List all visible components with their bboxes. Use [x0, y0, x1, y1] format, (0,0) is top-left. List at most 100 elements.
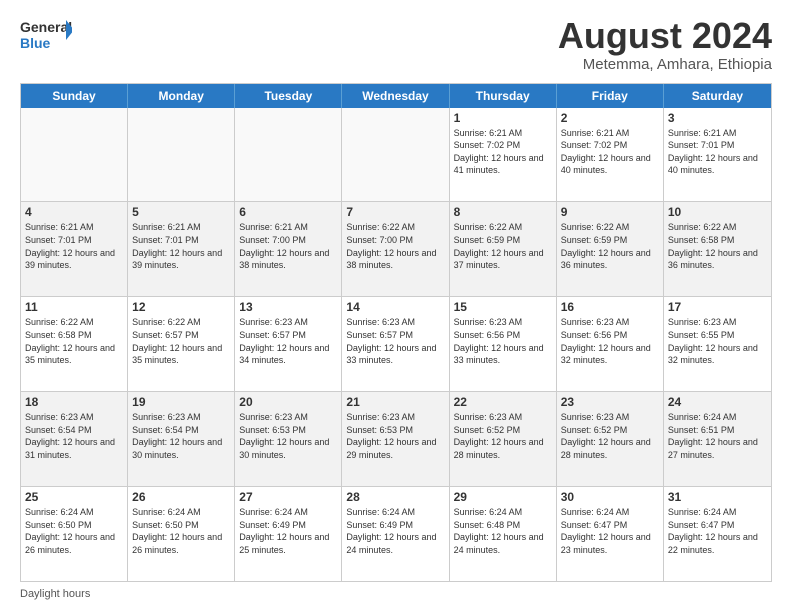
empty-cell — [342, 108, 449, 202]
day-info: Sunrise: 6:24 AM Sunset: 6:49 PM Dayligh… — [239, 506, 337, 556]
day-cell-30: 30 Sunrise: 6:24 AM Sunset: 6:47 PM Dayli… — [557, 487, 664, 581]
day-info: Sunrise: 6:21 AM Sunset: 7:01 PM Dayligh… — [132, 221, 230, 271]
day-cell-29: 29 Sunrise: 6:24 AM Sunset: 6:48 PM Dayli… — [450, 487, 557, 581]
day-info: Sunrise: 6:23 AM Sunset: 6:54 PM Dayligh… — [132, 411, 230, 461]
day-cell-10: 10 Sunrise: 6:22 AM Sunset: 6:58 PM Dayli… — [664, 202, 771, 296]
day-number: 19 — [132, 395, 230, 409]
day-number: 7 — [346, 205, 444, 219]
day-number: 24 — [668, 395, 767, 409]
calendar-body: 1Sunrise: 6:21 AM Sunset: 7:02 PM Daylig… — [21, 108, 771, 581]
day-number: 25 — [25, 490, 123, 504]
day-number: 11 — [25, 300, 123, 314]
main-title: August 2024 — [558, 16, 772, 56]
day-info: Sunrise: 6:23 AM Sunset: 6:53 PM Dayligh… — [239, 411, 337, 461]
day-cell-23: 23 Sunrise: 6:23 AM Sunset: 6:52 PM Dayli… — [557, 392, 664, 486]
day-cell-28: 28 Sunrise: 6:24 AM Sunset: 6:49 PM Dayli… — [342, 487, 449, 581]
day-info: Sunrise: 6:24 AM Sunset: 6:47 PM Dayligh… — [561, 506, 659, 556]
day-info: Sunrise: 6:24 AM Sunset: 6:48 PM Dayligh… — [454, 506, 552, 556]
logo: General Blue — [20, 16, 72, 58]
day-info: Sunrise: 6:24 AM Sunset: 6:47 PM Dayligh… — [668, 506, 767, 556]
svg-text:General: General — [20, 19, 72, 35]
day-info: Sunrise: 6:23 AM Sunset: 6:56 PM Dayligh… — [454, 316, 552, 366]
day-info: Sunrise: 6:24 AM Sunset: 6:51 PM Dayligh… — [668, 411, 767, 461]
day-cell-18: 18Sunrise: 6:23 AM Sunset: 6:54 PM Dayli… — [21, 392, 128, 486]
day-info: Sunrise: 6:21 AM Sunset: 7:02 PM Dayligh… — [454, 127, 552, 177]
day-number: 9 — [561, 205, 659, 219]
page-header: General Blue August 2024 Metemma, Amhara… — [20, 16, 772, 73]
day-cell-3: 3Sunrise: 6:21 AM Sunset: 7:01 PM Daylig… — [664, 108, 771, 202]
subtitle: Metemma, Amhara, Ethiopia — [558, 56, 772, 73]
day-info: Sunrise: 6:23 AM Sunset: 6:54 PM Dayligh… — [25, 411, 123, 461]
day-cell-24: 24 Sunrise: 6:24 AM Sunset: 6:51 PM Dayli… — [664, 392, 771, 486]
day-number: 13 — [239, 300, 337, 314]
day-number: 14 — [346, 300, 444, 314]
day-info: Sunrise: 6:23 AM Sunset: 6:52 PM Dayligh… — [561, 411, 659, 461]
day-number: 29 — [454, 490, 552, 504]
cal-row-3: 11 Sunrise: 6:22 AM Sunset: 6:58 PM Dayli… — [21, 297, 771, 392]
header-cell-monday: Monday — [128, 84, 235, 108]
day-number: 28 — [346, 490, 444, 504]
day-info: Sunrise: 6:21 AM Sunset: 7:01 PM Dayligh… — [668, 127, 767, 177]
svg-text:Blue: Blue — [20, 35, 51, 51]
cal-row-1: 1Sunrise: 6:21 AM Sunset: 7:02 PM Daylig… — [21, 108, 771, 203]
cal-row-5: 25 Sunrise: 6:24 AM Sunset: 6:50 PM Dayli… — [21, 487, 771, 581]
day-cell-22: 22Sunrise: 6:23 AM Sunset: 6:52 PM Dayli… — [450, 392, 557, 486]
day-number: 4 — [25, 205, 123, 219]
day-number: 30 — [561, 490, 659, 504]
day-info: Sunrise: 6:24 AM Sunset: 6:50 PM Dayligh… — [132, 506, 230, 556]
day-number: 17 — [668, 300, 767, 314]
empty-cell — [235, 108, 342, 202]
day-info: Sunrise: 6:23 AM Sunset: 6:57 PM Dayligh… — [346, 316, 444, 366]
day-number: 6 — [239, 205, 337, 219]
day-info: Sunrise: 6:23 AM Sunset: 6:53 PM Dayligh… — [346, 411, 444, 461]
day-info: Sunrise: 6:24 AM Sunset: 6:50 PM Dayligh… — [25, 506, 123, 556]
day-cell-14: 14 Sunrise: 6:23 AM Sunset: 6:57 PM Dayli… — [342, 297, 449, 391]
day-cell-5: 5Sunrise: 6:21 AM Sunset: 7:01 PM Daylig… — [128, 202, 235, 296]
day-number: 26 — [132, 490, 230, 504]
day-number: 23 — [561, 395, 659, 409]
header-cell-sunday: Sunday — [21, 84, 128, 108]
day-cell-20: 20 Sunrise: 6:23 AM Sunset: 6:53 PM Dayli… — [235, 392, 342, 486]
empty-cell — [128, 108, 235, 202]
day-cell-1: 1Sunrise: 6:21 AM Sunset: 7:02 PM Daylig… — [450, 108, 557, 202]
day-info: Sunrise: 6:23 AM Sunset: 6:56 PM Dayligh… — [561, 316, 659, 366]
day-number: 2 — [561, 111, 659, 125]
cal-row-2: 4 Sunrise: 6:21 AM Sunset: 7:01 PM Daylig… — [21, 202, 771, 297]
day-cell-2: 2 Sunrise: 6:21 AM Sunset: 7:02 PM Daylig… — [557, 108, 664, 202]
day-info: Sunrise: 6:21 AM Sunset: 7:00 PM Dayligh… — [239, 221, 337, 271]
day-cell-6: 6 Sunrise: 6:21 AM Sunset: 7:00 PM Daylig… — [235, 202, 342, 296]
day-number: 31 — [668, 490, 767, 504]
day-info: Sunrise: 6:22 AM Sunset: 6:59 PM Dayligh… — [561, 221, 659, 271]
day-number: 21 — [346, 395, 444, 409]
day-cell-9: 9 Sunrise: 6:22 AM Sunset: 6:59 PM Daylig… — [557, 202, 664, 296]
header-cell-tuesday: Tuesday — [235, 84, 342, 108]
day-cell-12: 12 Sunrise: 6:22 AM Sunset: 6:57 PM Dayli… — [128, 297, 235, 391]
header-cell-saturday: Saturday — [664, 84, 771, 108]
day-number: 16 — [561, 300, 659, 314]
header-cell-wednesday: Wednesday — [342, 84, 449, 108]
day-info: Sunrise: 6:24 AM Sunset: 6:49 PM Dayligh… — [346, 506, 444, 556]
day-cell-26: 26 Sunrise: 6:24 AM Sunset: 6:50 PM Dayli… — [128, 487, 235, 581]
day-info: Sunrise: 6:21 AM Sunset: 7:01 PM Dayligh… — [25, 221, 123, 271]
day-cell-7: 7 Sunrise: 6:22 AM Sunset: 7:00 PM Daylig… — [342, 202, 449, 296]
day-cell-16: 16 Sunrise: 6:23 AM Sunset: 6:56 PM Dayli… — [557, 297, 664, 391]
day-cell-13: 13Sunrise: 6:23 AM Sunset: 6:57 PM Dayli… — [235, 297, 342, 391]
day-number: 20 — [239, 395, 337, 409]
day-info: Sunrise: 6:22 AM Sunset: 6:58 PM Dayligh… — [25, 316, 123, 366]
calendar: SundayMondayTuesdayWednesdayThursdayFrid… — [20, 83, 772, 582]
day-cell-11: 11 Sunrise: 6:22 AM Sunset: 6:58 PM Dayli… — [21, 297, 128, 391]
day-info: Sunrise: 6:21 AM Sunset: 7:02 PM Dayligh… — [561, 127, 659, 177]
header-cell-thursday: Thursday — [450, 84, 557, 108]
day-cell-4: 4 Sunrise: 6:21 AM Sunset: 7:01 PM Daylig… — [21, 202, 128, 296]
day-number: 12 — [132, 300, 230, 314]
day-number: 8 — [454, 205, 552, 219]
day-number: 10 — [668, 205, 767, 219]
header-cell-friday: Friday — [557, 84, 664, 108]
day-cell-15: 15 Sunrise: 6:23 AM Sunset: 6:56 PM Dayli… — [450, 297, 557, 391]
day-info: Sunrise: 6:22 AM Sunset: 7:00 PM Dayligh… — [346, 221, 444, 271]
day-info: Sunrise: 6:22 AM Sunset: 6:58 PM Dayligh… — [668, 221, 767, 271]
day-info: Sunrise: 6:22 AM Sunset: 6:57 PM Dayligh… — [132, 316, 230, 366]
logo-svg: General Blue — [20, 16, 72, 58]
day-number: 15 — [454, 300, 552, 314]
day-number: 27 — [239, 490, 337, 504]
